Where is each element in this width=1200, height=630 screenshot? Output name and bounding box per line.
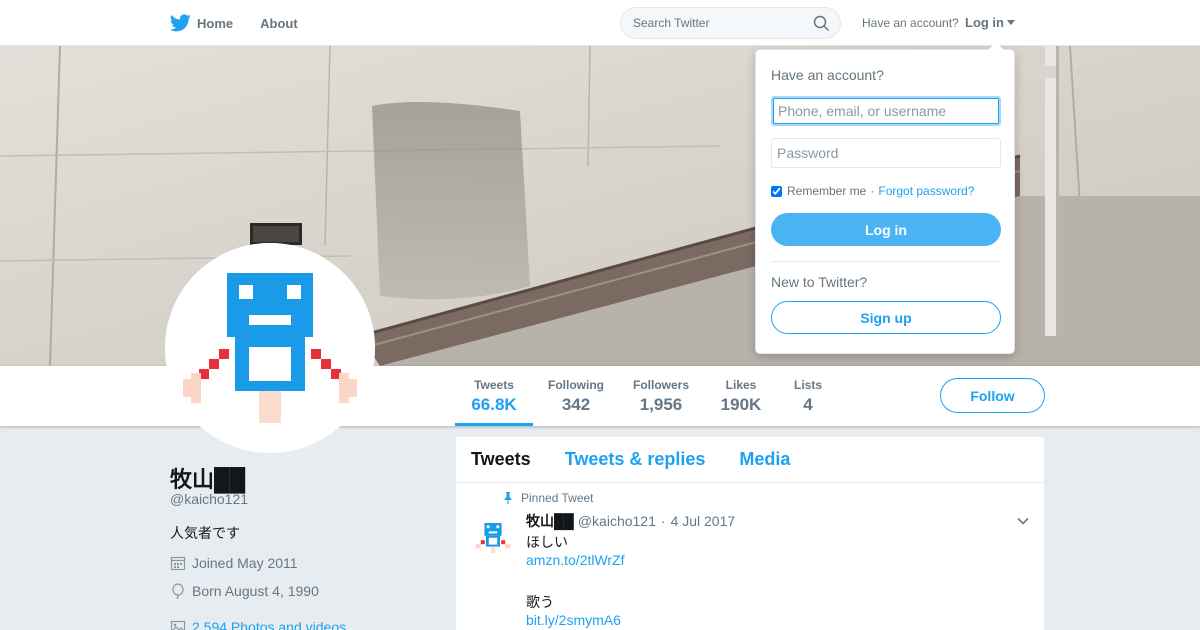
robot-avatar-small [472, 517, 514, 559]
stat-likes[interactable]: Likes 190K [716, 378, 766, 426]
timeline-tabs: Tweets Tweets & replies Media [456, 437, 1044, 483]
born-row: Born August 4, 1990 [170, 583, 319, 599]
stat-lists-value: 4 [803, 395, 813, 414]
tweet-text-line2: 歌う [526, 594, 554, 610]
profile-handle[interactable]: @kaicho121 [170, 491, 248, 507]
login-dropdown: Have an account? Remember me · Forgot pa… [755, 42, 1015, 354]
balloon-icon [172, 583, 184, 599]
password-field[interactable] [771, 138, 1001, 168]
tab-tweets[interactable]: Tweets [471, 449, 531, 470]
login-dropdown-toggle[interactable]: Log in [965, 15, 1015, 30]
tweet-separator: · [660, 513, 666, 529]
search-box [620, 7, 841, 39]
profile-name: 牧山██ [170, 467, 246, 492]
pinned-tweet-context: Pinned Tweet [502, 491, 594, 505]
stat-tweets-label: Tweets [474, 378, 514, 392]
stat-likes-value: 190K [720, 395, 762, 414]
chevron-down-icon[interactable] [1016, 514, 1030, 528]
stat-lists-label: Lists [793, 378, 822, 392]
stat-tweets[interactable]: Tweets 66.8K [455, 378, 533, 426]
twitter-bird-icon [170, 14, 191, 32]
calendar-icon [170, 556, 186, 571]
stat-following[interactable]: Following 342 [545, 378, 607, 426]
remember-separator: · [870, 184, 875, 198]
joined-row: Joined May 2011 [170, 555, 298, 571]
stat-followers[interactable]: Followers 1,956 [630, 378, 692, 426]
nav-home[interactable]: Home [170, 14, 233, 32]
pinned-label: Pinned Tweet [521, 491, 594, 505]
tweet-header: 牧山██ @kaicho121 · 4 Jul 2017 [526, 511, 735, 531]
photos-link[interactable]: 2,594 Photos and videos [192, 619, 346, 630]
stat-tweets-value: 66.8K [471, 395, 517, 414]
caret-down-icon [1007, 20, 1015, 25]
photos-row[interactable]: 2,594 Photos and videos [170, 619, 346, 630]
remember-row: Remember me · Forgot password? [771, 184, 974, 198]
stat-followers-label: Followers [632, 378, 689, 392]
tweet-author-name[interactable]: 牧山██ [526, 511, 574, 531]
photo-icon [170, 620, 186, 630]
tab-media[interactable]: Media [739, 449, 790, 470]
remember-checkbox[interactable] [771, 185, 782, 197]
follow-button[interactable]: Follow [940, 378, 1045, 413]
login-toggle-label: Log in [965, 15, 1004, 30]
born-text: Born August 4, 1990 [192, 583, 319, 599]
tweet-link-2[interactable]: bit.ly/2smymA6 [526, 612, 621, 628]
robot-avatar-image [165, 243, 375, 453]
forgot-password-link[interactable]: Forgot password? [878, 184, 974, 198]
timeline: Tweets Tweets & replies Media Pinned Twe… [456, 437, 1044, 630]
stat-lists[interactable]: Lists 4 [788, 378, 828, 426]
tab-tweets-replies[interactable]: Tweets & replies [565, 449, 706, 470]
top-nav: Home About Have an account? Log in [0, 0, 1200, 46]
username-field[interactable] [771, 96, 1001, 126]
stat-following-label: Following [548, 378, 604, 392]
tweet-link-1[interactable]: amzn.to/2tlWrZf [526, 552, 625, 568]
stat-following-value: 342 [561, 395, 591, 414]
tweet-avatar[interactable] [472, 517, 514, 559]
profile-avatar[interactable] [165, 243, 375, 453]
search-input[interactable] [621, 8, 801, 38]
nav-home-label: Home [197, 15, 234, 31]
stat-followers-value: 1,956 [639, 395, 683, 414]
dropdown-divider [771, 261, 1001, 262]
nav-about[interactable]: About [260, 16, 298, 31]
remember-label[interactable]: Remember me [787, 184, 866, 198]
login-heading: Have an account? [771, 67, 884, 83]
pin-icon [504, 492, 512, 504]
nav-left: Home About [170, 0, 325, 46]
new-to-twitter-text: New to Twitter? [771, 274, 868, 290]
have-account-text: Have an account? [862, 16, 959, 30]
login-button[interactable]: Log in [771, 213, 1001, 246]
tweet-author-handle[interactable]: @kaicho121 [578, 513, 656, 529]
signup-button[interactable]: Sign up [771, 301, 1001, 334]
stat-likes-label: Likes [725, 378, 757, 392]
tweet-date[interactable]: 4 Jul 2017 [671, 513, 736, 529]
search-icon[interactable] [813, 15, 829, 31]
profile-bio: 人気者です [170, 525, 240, 541]
joined-text: Joined May 2011 [192, 555, 298, 571]
tweet-text-line1: ほしい [526, 534, 568, 550]
